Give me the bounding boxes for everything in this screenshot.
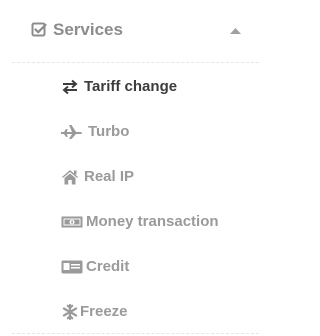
services-section-header[interactable]: Services — [0, 0, 271, 62]
money-bill-icon — [61, 216, 83, 228]
menu-item-freeze[interactable]: Freeze — [58, 299, 258, 325]
menu-item-label: Credit — [86, 258, 130, 275]
services-menu-panel: Services Tariff change Turbo Real IP Mon… — [0, 0, 271, 336]
menu-item-label: Freeze — [80, 303, 128, 320]
exchange-arrows-icon — [62, 79, 78, 95]
services-section-title: Services — [53, 20, 123, 39]
menu-item-label: Money transaction — [86, 213, 219, 230]
caret-up-icon[interactable] — [230, 28, 241, 34]
menu-item-credit[interactable]: Credit — [58, 254, 258, 280]
menu-item-label: Tariff change — [84, 78, 178, 95]
credit-card-icon — [61, 260, 83, 274]
section-divider — [12, 62, 259, 63]
home-icon — [61, 170, 79, 185]
menu-item-tariff-change[interactable]: Tariff change — [58, 74, 258, 100]
menu-item-money-transaction[interactable]: Money transaction — [58, 209, 258, 235]
snowflake-icon — [62, 304, 78, 320]
check-square-icon — [31, 22, 47, 37]
plane-icon — [61, 125, 82, 139]
menu-item-label: Real IP — [84, 168, 135, 185]
section-divider-bottom — [12, 333, 259, 334]
menu-item-turbo[interactable]: Turbo — [58, 119, 258, 145]
menu-item-label: Turbo — [88, 123, 130, 140]
menu-item-real-ip[interactable]: Real IP — [58, 164, 258, 190]
